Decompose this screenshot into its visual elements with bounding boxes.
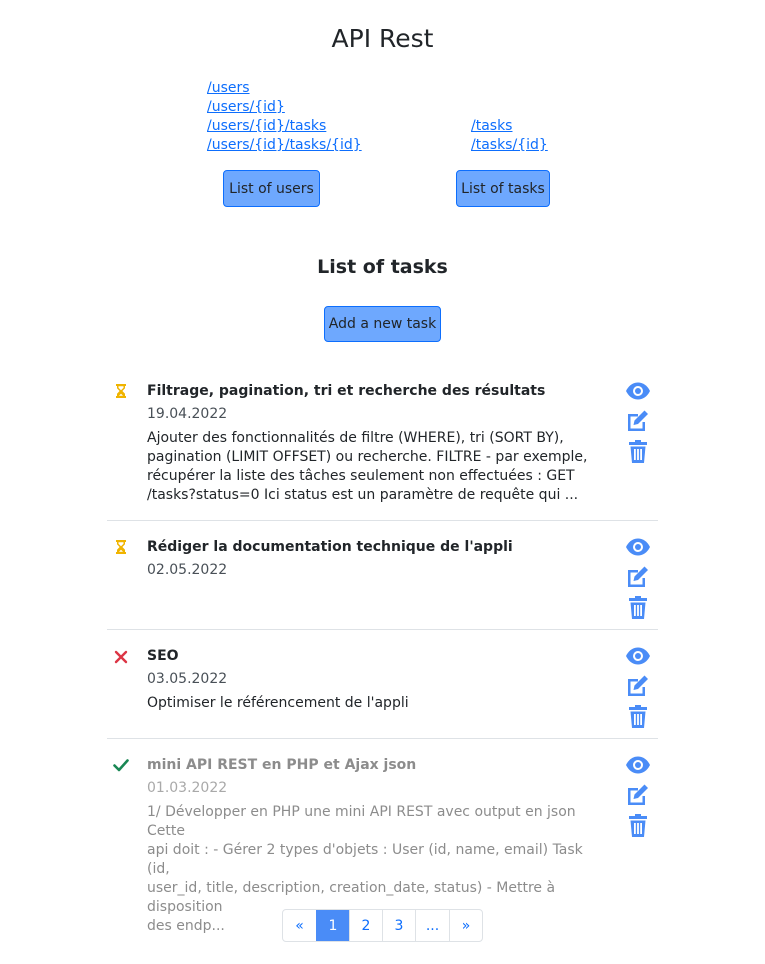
list-users-button[interactable]: List of users — [223, 170, 320, 207]
edit-task-button[interactable] — [624, 782, 652, 808]
task-date: 02.05.2022 — [147, 562, 228, 578]
add-task-button[interactable]: Add a new task — [324, 306, 441, 342]
hourglass-icon — [116, 384, 126, 398]
edit-task-button[interactable] — [624, 564, 652, 590]
view-task-button[interactable] — [624, 643, 652, 669]
page-1-button[interactable]: 1 — [316, 910, 349, 941]
task-description-line: Optimiser le référencement de l'appli — [147, 695, 409, 711]
task-description-line: récupérer la liste des tâches seulement … — [147, 468, 575, 484]
edit-task-button[interactable] — [624, 673, 652, 699]
eye-icon — [626, 382, 650, 400]
endpoint-link[interactable]: /users/{id}/tasks — [207, 117, 362, 136]
edit-icon — [628, 566, 648, 587]
trash-icon — [629, 705, 647, 728]
endpoint-link[interactable]: /tasks/{id} — [471, 136, 548, 155]
trash-icon — [629, 596, 647, 619]
pagination: « 1 2 3 ... » — [282, 909, 483, 942]
section-title: List of tasks — [317, 256, 448, 278]
edit-icon — [628, 784, 648, 805]
cross-icon — [114, 650, 128, 664]
view-task-button[interactable] — [624, 752, 652, 778]
page-title: API Rest — [331, 24, 434, 53]
page-ellipsis: ... — [415, 910, 449, 941]
trash-icon — [629, 440, 647, 463]
page-next-button[interactable]: » — [449, 910, 482, 941]
edit-task-button[interactable] — [624, 408, 652, 434]
view-task-button[interactable] — [624, 378, 652, 404]
delete-task-button[interactable] — [624, 439, 652, 465]
task-list: Filtrage, pagination, tri et recherche d… — [107, 370, 658, 934]
task-title[interactable]: SEO — [147, 648, 179, 664]
delete-task-button[interactable] — [624, 595, 652, 621]
delete-task-button[interactable] — [624, 704, 652, 730]
endpoint-list-users: /users /users/{id} /users/{id}/tasks /us… — [207, 79, 362, 155]
edit-icon — [628, 410, 648, 431]
delete-task-button[interactable] — [624, 813, 652, 839]
eye-icon — [626, 538, 650, 556]
eye-icon — [626, 756, 650, 774]
task-description-line: api doit : - Gérer 2 types d'objets : Us… — [147, 842, 583, 877]
task-date: 03.05.2022 — [147, 671, 228, 687]
endpoint-list-tasks: /tasks /tasks/{id} — [471, 117, 548, 155]
view-task-button[interactable] — [624, 534, 652, 560]
eye-icon — [626, 647, 650, 665]
task-item: mini API REST en PHP et Ajax json 01.03.… — [107, 739, 658, 934]
endpoint-link[interactable]: /tasks — [471, 117, 548, 136]
task-title[interactable]: mini API REST en PHP et Ajax json — [147, 757, 416, 773]
task-description-line: Ajouter des fonctionnalités de filtre (W… — [147, 430, 564, 446]
task-date: 19.04.2022 — [147, 406, 228, 422]
task-description: Optimiser le référencement de l'appli — [147, 694, 605, 713]
task-description-line: /tasks?status=0 Ici status est un paramè… — [147, 487, 579, 503]
task-item: SEO 03.05.2022 Optimiser le référencemen… — [107, 630, 658, 739]
hourglass-icon — [116, 540, 126, 554]
task-description-line: 1/ Développer en PHP une mini API REST a… — [147, 804, 576, 839]
task-title[interactable]: Rédiger la documentation technique de l'… — [147, 539, 513, 555]
endpoint-link[interactable]: /users — [207, 79, 362, 98]
task-description-line: pagination (LIMIT OFFSET) ou recherche. … — [147, 449, 588, 465]
trash-icon — [629, 814, 647, 837]
task-item: Rédiger la documentation technique de l'… — [107, 521, 658, 630]
task-title[interactable]: Filtrage, pagination, tri et recherche d… — [147, 383, 545, 399]
page-prev-button[interactable]: « — [283, 910, 316, 941]
task-item: Filtrage, pagination, tri et recherche d… — [107, 370, 658, 521]
page-3-button[interactable]: 3 — [382, 910, 415, 941]
endpoint-link[interactable]: /users/{id}/tasks/{id} — [207, 136, 362, 155]
check-icon — [113, 759, 129, 772]
task-description: Ajouter des fonctionnalités de filtre (W… — [147, 429, 605, 505]
list-tasks-button[interactable]: List of tasks — [456, 170, 550, 207]
page-2-button[interactable]: 2 — [349, 910, 382, 941]
endpoint-link[interactable]: /users/{id} — [207, 98, 362, 117]
task-date: 01.03.2022 — [147, 780, 228, 796]
edit-icon — [628, 675, 648, 696]
